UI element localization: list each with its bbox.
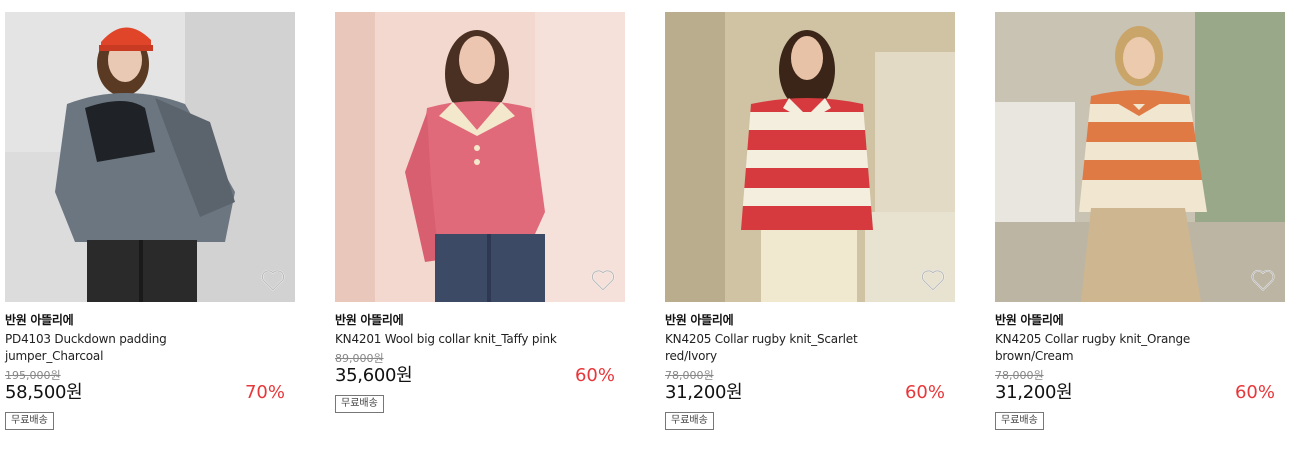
product-photo [995, 12, 1285, 302]
original-price: 89,000원 [335, 352, 384, 365]
product-photo [5, 12, 295, 302]
product-name[interactable]: PD4103 Duckdown padding jumper_Charcoal [5, 331, 245, 365]
brand-name[interactable]: 반원 아뜰리에 [995, 313, 1285, 328]
free-shipping-badge: 무료배송 [5, 412, 54, 430]
free-shipping-badge: 무료배송 [665, 412, 714, 430]
product-name[interactable]: KN4201 Wool big collar knit_Taffy pink [335, 331, 575, 348]
brand-name[interactable]: 반원 아뜰리에 [665, 313, 955, 328]
price-block: 89,000원 35,600원 60% [335, 352, 625, 387]
wishlist-button[interactable] [920, 267, 946, 293]
product-image[interactable] [665, 12, 955, 302]
wishlist-button[interactable] [260, 267, 286, 293]
original-price: 78,000원 [665, 369, 714, 382]
price-block: 78,000원 31,200원 60% [995, 369, 1285, 404]
product-image[interactable] [995, 12, 1285, 302]
original-price: 195,000원 [5, 369, 61, 382]
original-price: 78,000원 [995, 369, 1044, 382]
free-shipping-badge: 무료배송 [995, 412, 1044, 430]
discount-rate: 60% [574, 365, 615, 386]
product-card[interactable]: 반원 아뜰리에 KN4205 Collar rugby knit_Scarlet… [665, 12, 955, 430]
discount-rate: 70% [244, 382, 285, 403]
wishlist-button[interactable] [590, 267, 616, 293]
product-card[interactable]: 반원 아뜰리에 KN4205 Collar rugby knit_Orange … [995, 12, 1285, 430]
heart-outline-icon [1251, 269, 1275, 291]
price-block: 195,000원 58,500원 70% [5, 369, 295, 404]
brand-name[interactable]: 반원 아뜰리에 [5, 313, 295, 328]
heart-outline-icon [921, 269, 945, 291]
product-image[interactable] [5, 12, 295, 302]
discount-rate: 60% [1234, 382, 1275, 403]
wishlist-button[interactable] [1250, 267, 1276, 293]
product-image[interactable] [335, 12, 625, 302]
product-photo [335, 12, 625, 302]
heart-outline-icon [591, 269, 615, 291]
price-block: 78,000원 31,200원 60% [665, 369, 955, 404]
product-card[interactable]: 반원 아뜰리에 PD4103 Duckdown padding jumper_C… [5, 12, 295, 430]
heart-outline-icon [261, 269, 285, 291]
discount-rate: 60% [904, 382, 945, 403]
brand-name[interactable]: 반원 아뜰리에 [335, 313, 625, 328]
product-photo [665, 12, 955, 302]
product-card[interactable]: 반원 아뜰리에 KN4201 Wool big collar knit_Taff… [335, 12, 625, 413]
free-shipping-badge: 무료배송 [335, 395, 384, 413]
product-name[interactable]: KN4205 Collar rugby knit_Scarlet red/Ivo… [665, 331, 905, 365]
product-name[interactable]: KN4205 Collar rugby knit_Orange brown/Cr… [995, 331, 1235, 365]
